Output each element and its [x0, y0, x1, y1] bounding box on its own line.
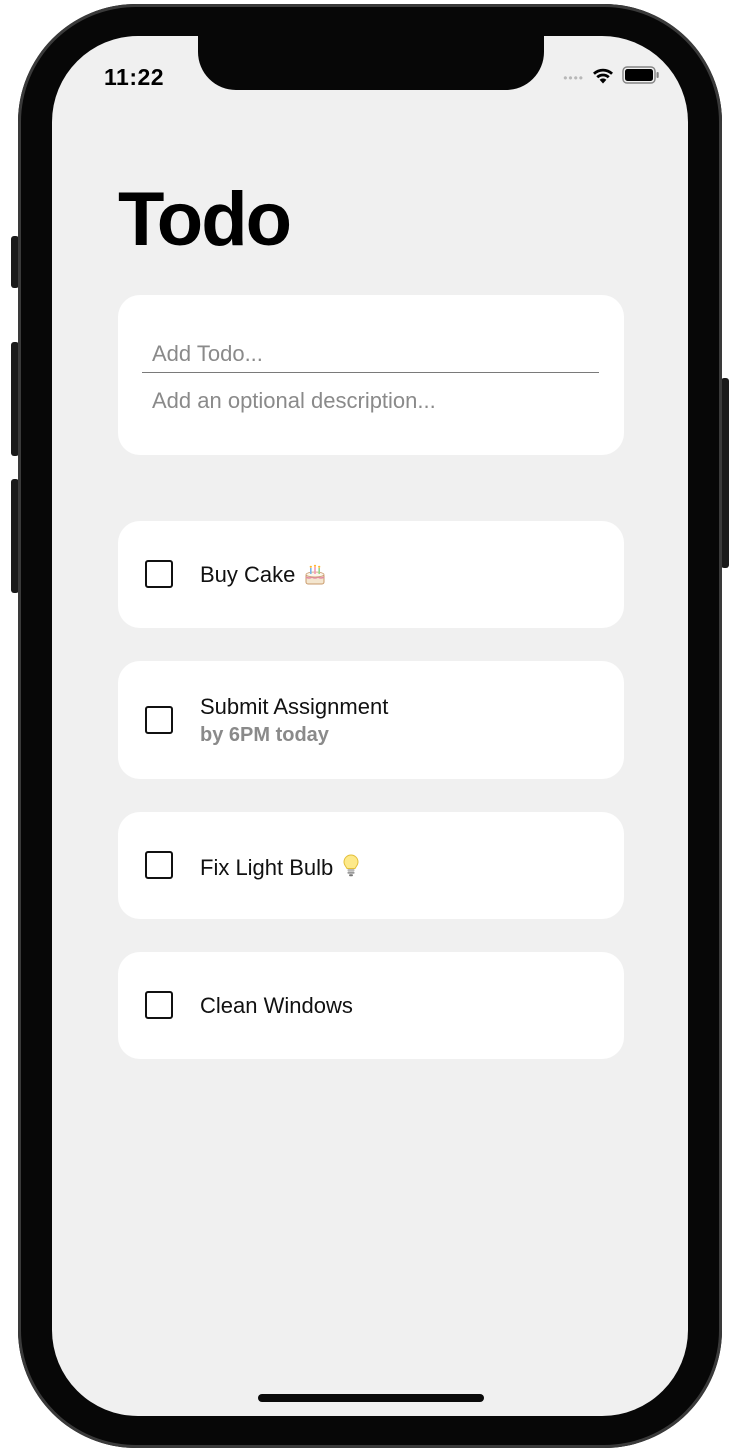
- birthday-cake-icon: [303, 562, 327, 592]
- status-time: 11:22: [104, 64, 165, 90]
- todo-checkbox[interactable]: [145, 851, 173, 879]
- todo-item[interactable]: Clean Windows: [118, 952, 624, 1059]
- todo-title: Submit Assignment: [200, 694, 389, 719]
- todo-subtitle: by 6PM today: [200, 724, 329, 746]
- battery-icon: [622, 66, 660, 89]
- todo-title: Clean Windows: [200, 993, 353, 1018]
- todo-title-row: Fix Light Bulb: [200, 853, 361, 885]
- todo-checkbox[interactable]: [145, 706, 173, 734]
- todo-checkbox[interactable]: [145, 560, 173, 588]
- todo-title: Fix Light Bulb: [200, 855, 334, 880]
- status-icons: ••••: [563, 66, 660, 89]
- new-todo-card: [118, 295, 624, 455]
- todo-checkbox[interactable]: [145, 991, 173, 1019]
- todo-title-row: Buy Cake: [200, 562, 327, 592]
- todo-title-input[interactable]: [142, 335, 599, 373]
- wifi-icon: [592, 67, 614, 89]
- todo-title: Buy Cake: [200, 562, 296, 587]
- light-bulb-icon: [341, 853, 361, 885]
- todo-item[interactable]: Buy Cake: [118, 521, 624, 628]
- phone-screen: 11:22 •••• Todo Buy Cake: [52, 36, 688, 1416]
- home-indicator[interactable]: [258, 1394, 484, 1402]
- notch: [198, 36, 544, 90]
- power-button: [721, 378, 729, 568]
- signal-dots-icon: ••••: [563, 70, 584, 85]
- todo-description-input[interactable]: [142, 383, 599, 419]
- todo-item[interactable]: Submit Assignment by 6PM today: [118, 661, 624, 779]
- page-title: Todo: [118, 177, 292, 262]
- todo-item[interactable]: Fix Light Bulb: [118, 812, 624, 919]
